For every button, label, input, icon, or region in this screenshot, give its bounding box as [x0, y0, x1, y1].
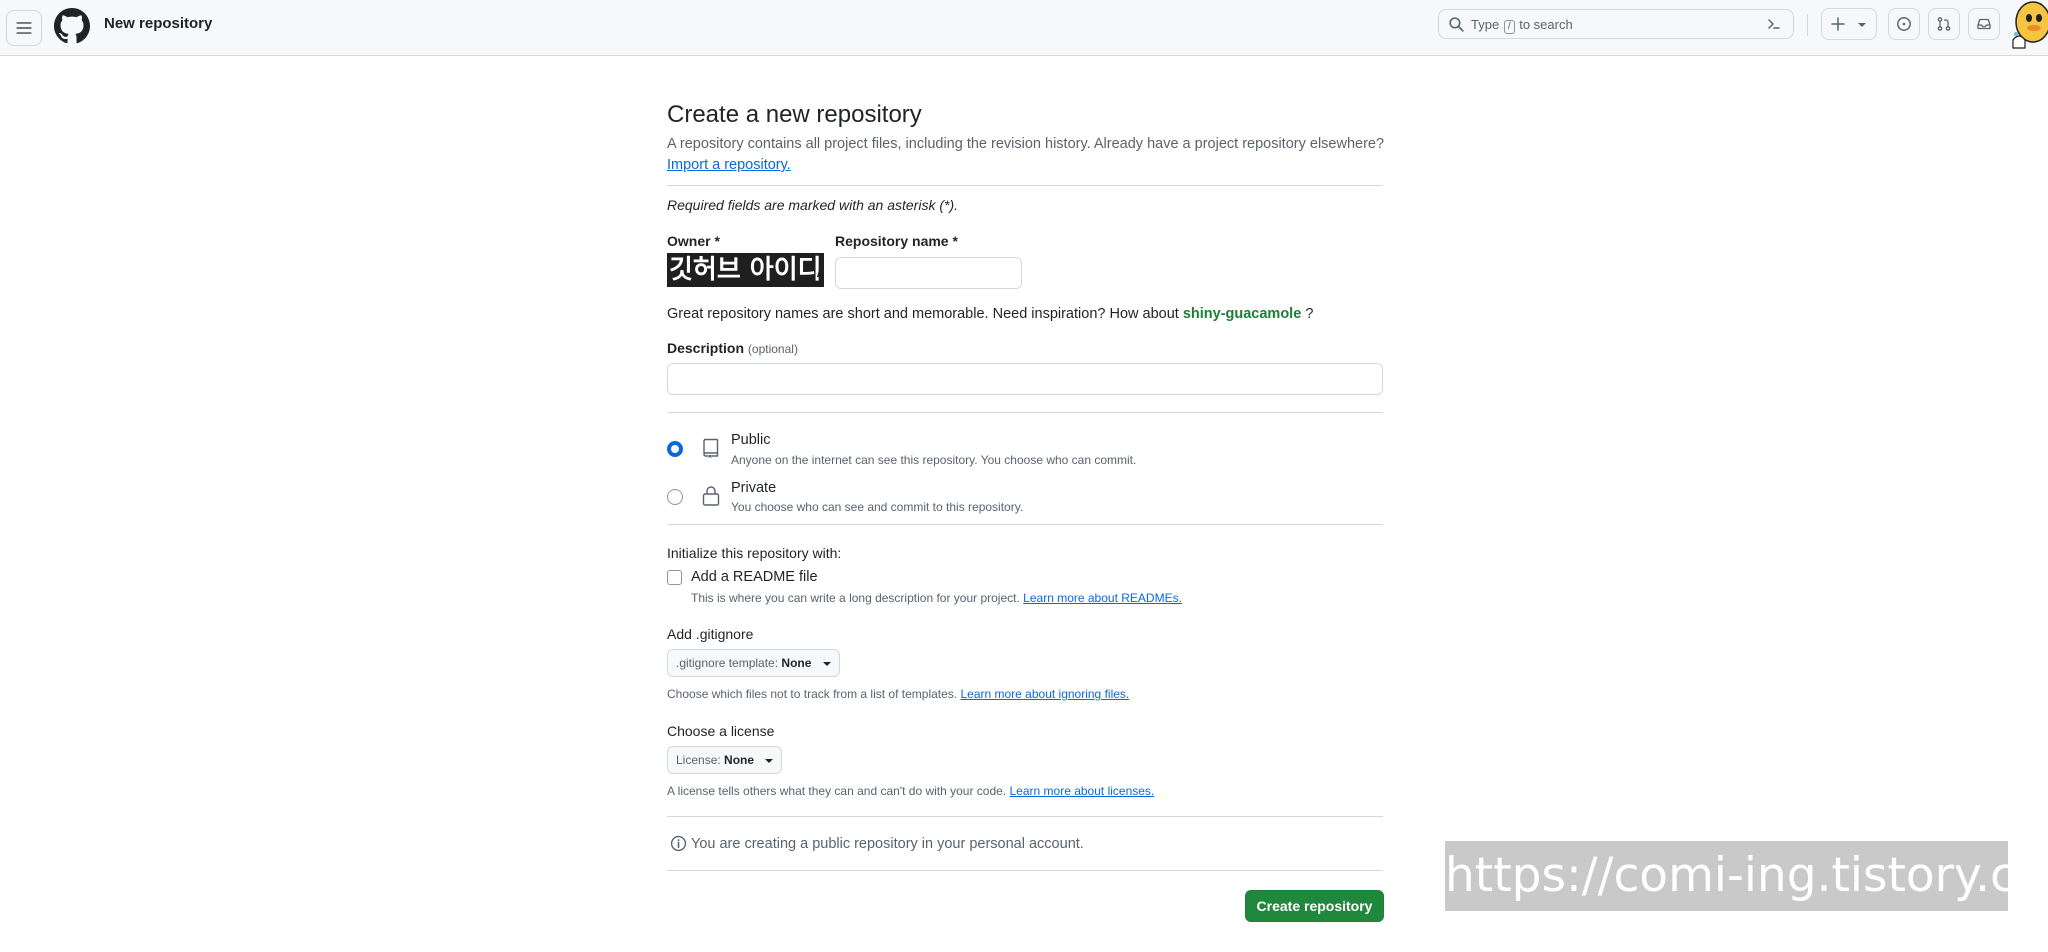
public-option-description: Anyone on the internet can see this repo…: [731, 453, 1137, 467]
header-divider: [1807, 14, 1808, 36]
caret-down-icon: [822, 661, 831, 666]
name-inspiration: Great repository names are short and mem…: [667, 306, 1313, 322]
create-repository-button[interactable]: Create repository: [1245, 890, 1384, 922]
repository-name-input[interactable]: [835, 257, 1022, 289]
license-help-text: A license tells others what they can and…: [667, 784, 1007, 798]
gitignore-dropdown-value: None: [781, 656, 812, 670]
repo-name-label: Repository name *: [835, 233, 958, 249]
search-placeholder-suffix: to search: [1519, 17, 1573, 32]
global-header: New repository Type / to search: [0, 0, 2048, 56]
public-option-title[interactable]: Public: [731, 432, 771, 448]
info-icon: [670, 835, 687, 852]
search-shortcut-key: /: [1503, 20, 1515, 34]
divider: [667, 524, 1383, 525]
issues-button[interactable]: [1888, 8, 1920, 40]
learn-more-licenses-link[interactable]: Learn more about licenses.: [1010, 784, 1155, 798]
user-avatar[interactable]: [2003, 0, 2048, 52]
chevron-down-icon: [1858, 23, 1866, 27]
owner-select[interactable]: 깃허브 아이디: [667, 253, 824, 287]
lock-icon: [702, 486, 720, 506]
private-option-title[interactable]: Private: [731, 480, 776, 496]
license-dropdown-value: None: [724, 753, 755, 767]
license-heading: Choose a license: [667, 723, 775, 739]
gitignore-help-text: Choose which files not to track from a l…: [667, 687, 958, 701]
command-palette-button[interactable]: [1760, 10, 1788, 38]
search-placeholder-prefix: Type: [1471, 17, 1500, 32]
account-info-text: You are creating a public repository in …: [691, 835, 1084, 852]
divider: [667, 870, 1383, 871]
form-subtitle: A repository contains all project files,…: [667, 136, 1385, 152]
license-dropdown-prefix: License:: [676, 753, 721, 767]
owner-label: Owner *: [667, 233, 720, 249]
import-repository-link[interactable]: Import a repository.: [667, 157, 791, 173]
gitignore-heading: Add .gitignore: [667, 626, 754, 642]
create-new-button[interactable]: [1821, 8, 1877, 40]
inbox-icon: [1977, 18, 1991, 30]
divider: [667, 816, 1383, 817]
license-dropdown[interactable]: License: None: [667, 746, 783, 774]
private-radio[interactable]: [667, 489, 683, 505]
owner-repo-separator: /: [817, 256, 824, 283]
add-readme-checkbox[interactable]: [667, 570, 682, 585]
readme-description: This is where you can write a long descr…: [691, 591, 1182, 605]
description-input[interactable]: [667, 363, 1383, 395]
gitignore-dropdown-prefix: .gitignore template:: [676, 656, 779, 670]
public-radio[interactable]: [667, 441, 683, 457]
page-title[interactable]: New repository: [104, 15, 212, 32]
learn-more-ignoring-files-link[interactable]: Learn more about ignoring files.: [960, 687, 1129, 701]
github-logo-icon[interactable]: [54, 8, 90, 44]
description-label: Description (optional): [667, 340, 798, 356]
inbox-button[interactable]: [1968, 8, 2000, 40]
form-title: Create a new repository: [667, 101, 922, 128]
license-help: A license tells others what they can and…: [667, 784, 1154, 798]
add-readme-label[interactable]: Add a README file: [691, 569, 818, 585]
private-option-description: You choose who can see and commit to thi…: [731, 500, 1024, 514]
gitignore-template-dropdown[interactable]: .gitignore template: None: [667, 649, 840, 677]
terminal-icon: [1768, 19, 1780, 29]
optional-tag: (optional): [747, 342, 798, 356]
pull-requests-button[interactable]: [1928, 8, 1960, 40]
gitignore-help: Choose which files not to track from a l…: [667, 687, 1129, 701]
name-suggestion[interactable]: shiny-guacamole: [1183, 306, 1301, 322]
inspiration-text: Great repository names are short and mem…: [667, 306, 1179, 322]
search-placeholder: Type / to search: [1471, 17, 1573, 34]
issue-opened-icon: [1897, 17, 1911, 31]
repo-icon: [703, 438, 719, 458]
search-input[interactable]: Type / to search: [1438, 9, 1794, 39]
menu-button[interactable]: [6, 10, 42, 46]
git-pull-request-icon: [1937, 17, 1951, 31]
readme-description-text: This is where you can write a long descr…: [691, 591, 1020, 605]
account-info-note: You are creating a public repository in …: [670, 835, 1084, 852]
plus-icon: [1831, 17, 1845, 31]
divider: [667, 412, 1383, 413]
inspiration-end: ?: [1305, 306, 1314, 322]
blog-watermark: https://comi-ing.tistory.com: [1445, 841, 2048, 911]
learn-more-readmes-link[interactable]: Learn more about READMEs.: [1023, 591, 1182, 605]
divider: [667, 185, 1383, 186]
caret-down-icon: [765, 758, 774, 763]
initialize-heading: Initialize this repository with:: [667, 545, 842, 561]
required-fields-note: Required fields are marked with an aster…: [667, 197, 959, 213]
description-label-text: Description: [667, 340, 745, 356]
hamburger-icon: [16, 22, 32, 34]
search-icon: [1449, 17, 1464, 32]
